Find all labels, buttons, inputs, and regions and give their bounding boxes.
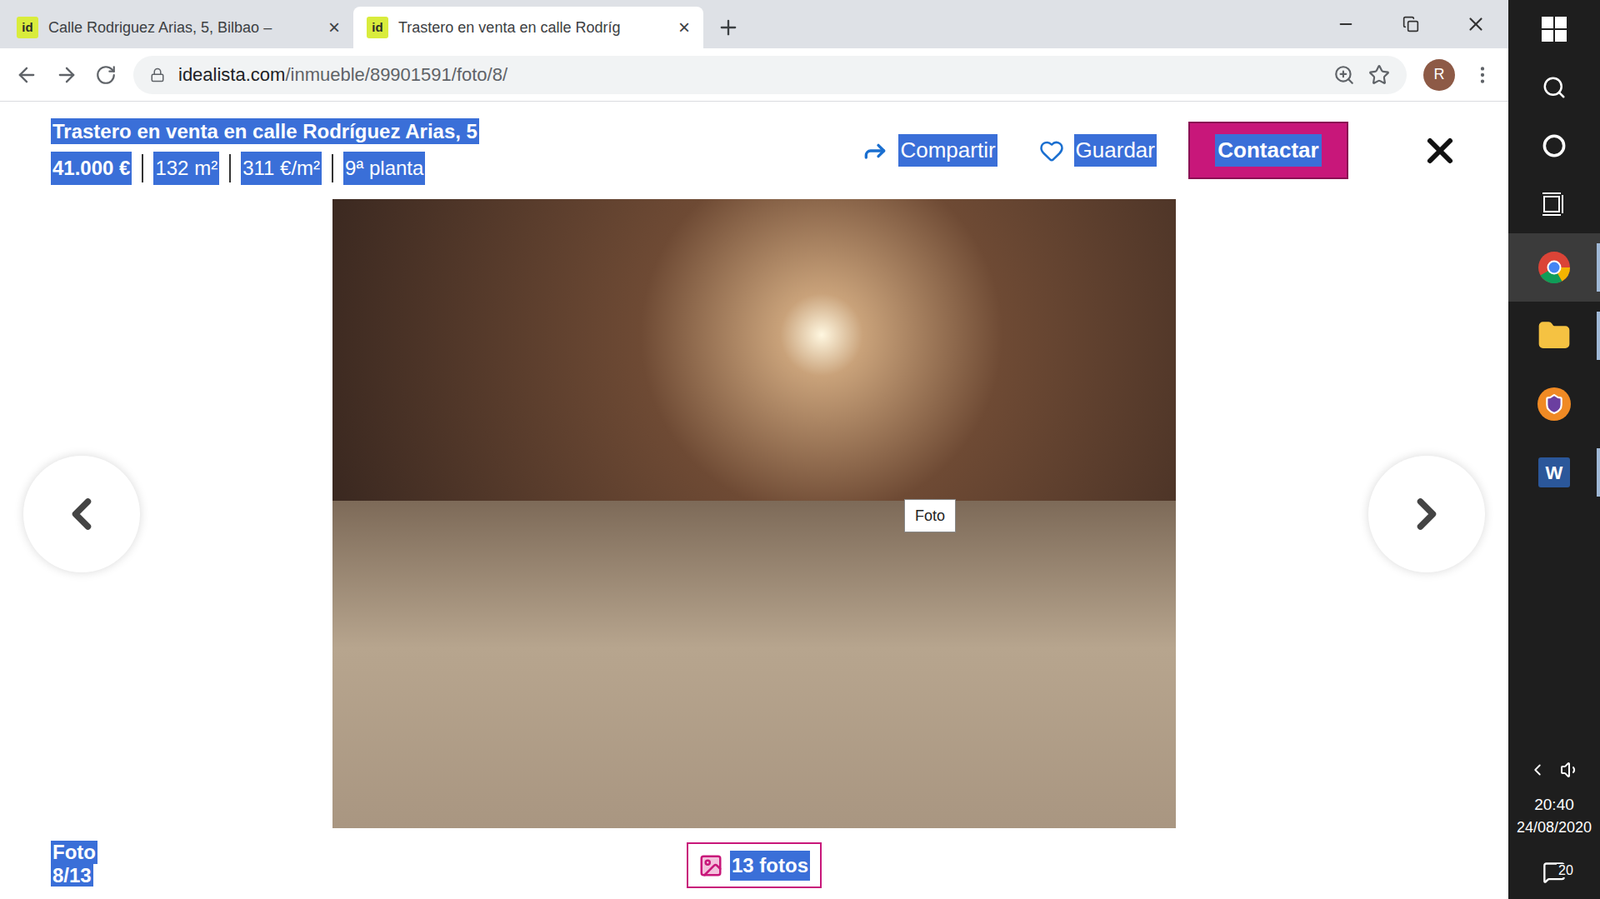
contact-button[interactable]: Contactar: [1188, 121, 1349, 180]
zoom-icon[interactable]: [1333, 64, 1355, 86]
search-icon: [1541, 75, 1567, 100]
close-window-button[interactable]: [1443, 0, 1509, 49]
clock-date: 24/08/2020: [1516, 816, 1592, 840]
browser-tab[interactable]: id Calle Rodriguez Arias, 5, Bilbao – ×: [3, 6, 354, 49]
vpn-shield-icon: [1537, 387, 1571, 421]
fact-separator: [229, 154, 231, 183]
next-photo-button[interactable]: [1368, 455, 1485, 573]
reload-icon[interactable]: [95, 64, 117, 86]
forward-icon[interactable]: [55, 63, 79, 87]
profile-avatar[interactable]: R: [1423, 59, 1455, 91]
task-view-icon: [1541, 192, 1567, 216]
new-tab-button[interactable]: [703, 6, 754, 49]
speaker-icon[interactable]: [1560, 760, 1580, 780]
tab-strip: id Calle Rodriguez Arias, 5, Bilbao – × id T…: [0, 0, 1509, 49]
address-bar[interactable]: idealista.com/inmueble/89901591/foto/8/: [133, 55, 1407, 95]
clock[interactable]: 20:4024/08/2020: [1508, 786, 1600, 847]
plus-icon: [716, 15, 740, 40]
menu-icon[interactable]: [1471, 64, 1494, 86]
close-icon: [1465, 13, 1487, 35]
listing-fact: 9ª planta: [343, 151, 425, 185]
save-button[interactable]: Guardar: [1039, 134, 1157, 167]
browser-window: id Calle Rodriguez Arias, 5, Bilbao – × id T…: [0, 0, 1509, 899]
taskbar-app[interactable]: W: [1508, 438, 1600, 507]
fact-separator: [331, 154, 334, 183]
toolbar: idealista.com/inmueble/89901591/foto/8/R: [0, 48, 1509, 102]
back-icon[interactable]: [15, 63, 39, 87]
close-gallery-icon[interactable]: [1420, 130, 1460, 171]
url: idealista.com/inmueble/89901591/foto/8/: [178, 60, 1320, 89]
search-button[interactable]: [1508, 58, 1600, 117]
clock-time: 20:40: [1534, 793, 1575, 818]
favicon-icon: id: [16, 16, 39, 39]
previous-photo-button[interactable]: [23, 455, 140, 573]
listing-title: Trastero en venta en calle Rodríguez Ari…: [50, 116, 480, 147]
taskbar-app[interactable]: [1508, 370, 1600, 439]
favicon-icon: id: [366, 16, 389, 39]
restore-icon: [1402, 15, 1420, 33]
taskbar: W 20:4024/08/2020 20: [1508, 0, 1600, 899]
running-indicator: [1596, 243, 1600, 292]
system-tray: [1508, 753, 1600, 787]
listing-fact: 311 €/m²: [240, 151, 322, 185]
listing-facts: 41.000 € 132 m² 311 €/m² 9ª planta: [50, 151, 862, 185]
cortana-icon: [1542, 134, 1566, 158]
taskbar-app[interactable]: [1508, 233, 1600, 302]
gallery-footer: Foto8/13 13 fotos: [0, 828, 1509, 899]
gallery: Foto: [0, 199, 1509, 829]
cortana-button[interactable]: [1508, 116, 1600, 175]
task-view-button[interactable]: [1508, 175, 1600, 234]
desktop: id Calle Rodriguez Arias, 5, Bilbao – × id T…: [0, 0, 1600, 899]
minimize-icon: [1336, 15, 1355, 34]
listing-header: Trastero en venta en calle Rodríguez Ari…: [0, 101, 1509, 200]
windows-logo-icon: [1541, 16, 1567, 42]
tab-close-button[interactable]: ×: [328, 17, 340, 38]
share-arrow-icon: [861, 137, 889, 165]
taskbar-app[interactable]: [1508, 301, 1600, 370]
all-photos-button[interactable]: 13 fotos: [686, 842, 822, 889]
restore-button[interactable]: [1378, 0, 1444, 49]
share-button[interactable]: Compartir: [861, 134, 997, 167]
file-explorer-icon: [1537, 319, 1571, 353]
listing-summary: Trastero en venta en calle Rodríguez Ari…: [50, 116, 862, 185]
word-icon: W: [1538, 457, 1570, 488]
running-indicator: [1596, 448, 1600, 497]
show-hidden-icon[interactable]: [1528, 760, 1547, 780]
photo-tooltip: Foto: [904, 499, 956, 533]
window-controls: [1313, 0, 1509, 49]
running-indicator: [1596, 311, 1600, 360]
image-icon: [698, 853, 724, 879]
photo-counter: Foto8/13: [50, 840, 98, 887]
chevron-right-icon: [1401, 489, 1452, 540]
chrome-icon: [1537, 250, 1571, 285]
tab-title: Trastero en venta en calle Rodríg: [398, 16, 669, 40]
heart-icon: [1039, 138, 1065, 164]
fact-separator: [141, 154, 144, 183]
bookmark-star-icon[interactable]: [1368, 64, 1390, 86]
start-button[interactable]: [1508, 0, 1600, 59]
lock-icon: [150, 67, 165, 83]
photo: Foto: [332, 199, 1176, 829]
tab-close-button[interactable]: ×: [678, 17, 690, 38]
notification-count: 20: [1556, 864, 1575, 878]
listing-fact: 41.000 €: [50, 151, 132, 185]
browser-tab[interactable]: id Trastero en venta en calle Rodríg ×: [353, 6, 704, 49]
minimize-button[interactable]: [1313, 0, 1379, 49]
chevron-left-icon: [56, 489, 107, 540]
notification-center[interactable]: 20: [1508, 845, 1600, 899]
tab-title: Calle Rodriguez Arias, 5, Bilbao –: [48, 16, 319, 40]
listing-fact: 132 m²: [153, 151, 220, 185]
